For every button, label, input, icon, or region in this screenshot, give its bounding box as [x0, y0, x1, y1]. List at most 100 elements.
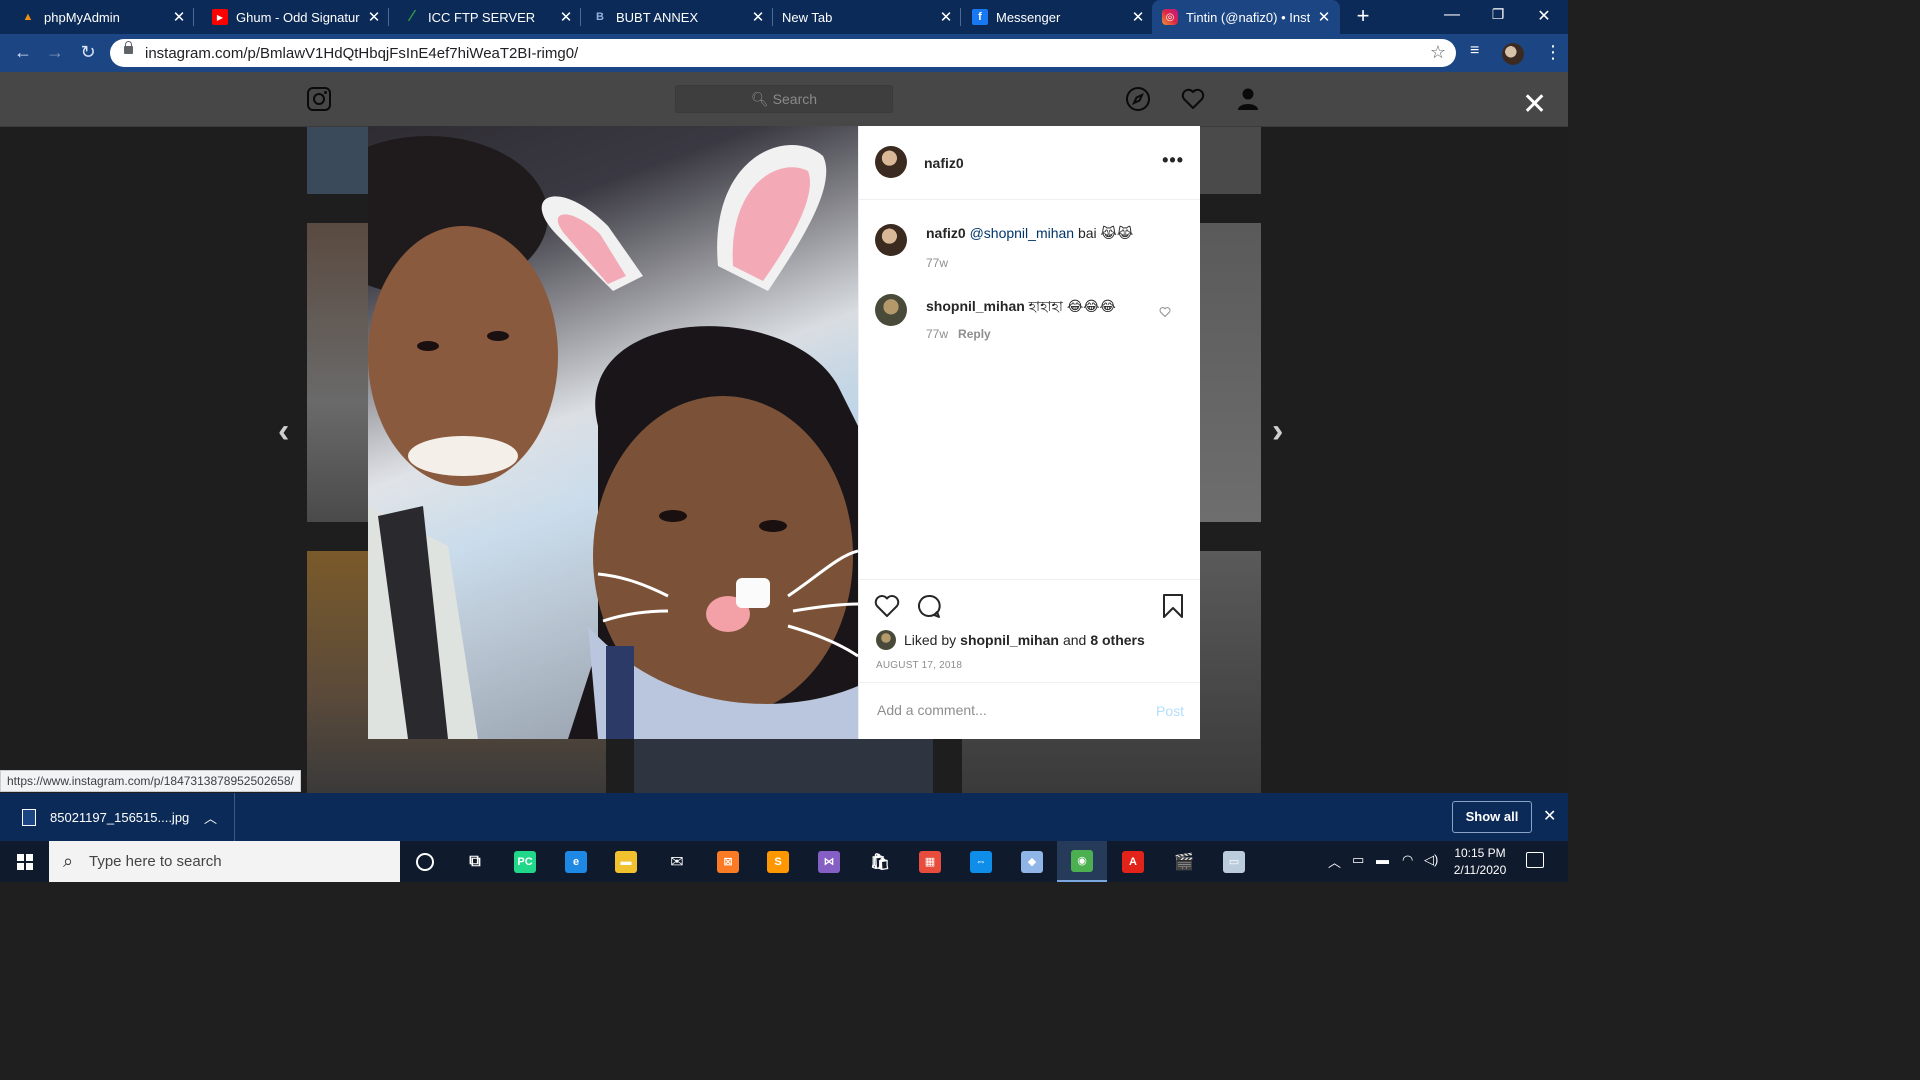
likes-others-link[interactable]: 8 others	[1090, 632, 1144, 648]
explore-compass-icon[interactable]	[1125, 86, 1151, 112]
wifi-icon[interactable]: ◠	[1402, 852, 1413, 868]
activity-heart-icon[interactable]	[1180, 86, 1206, 112]
more-options-icon[interactable]: •••	[1162, 150, 1184, 171]
taskbar-app-mail[interactable]: ✉	[652, 841, 702, 882]
like-heart-icon[interactable]	[873, 592, 901, 620]
comment-username[interactable]: nafiz0	[926, 225, 966, 241]
mail-icon: ✉	[670, 853, 684, 871]
action-center-icon[interactable]	[1526, 852, 1544, 868]
comment-input[interactable]	[875, 701, 1139, 719]
taskbar-app-visual-studio[interactable]: ⋈	[804, 841, 854, 882]
reload-button[interactable]: ↻	[77, 42, 99, 63]
author-username[interactable]: nafiz0	[924, 155, 964, 171]
tab-icc-ftp[interactable]: ⁄ ICC FTP SERVER ✕	[390, 0, 581, 34]
liker-avatar[interactable]	[876, 630, 896, 650]
taskbar-app-file-explorer[interactable]: ▬	[601, 841, 651, 882]
close-tab-icon[interactable]: ✕	[558, 8, 574, 26]
post-comment-button[interactable]: Post	[1156, 703, 1184, 719]
store-icon: 🛍	[869, 853, 891, 871]
like-comment-heart-icon[interactable]	[1159, 306, 1171, 318]
profile-avatar[interactable]	[1502, 43, 1524, 65]
battery-icon[interactable]: ▬	[1376, 852, 1389, 867]
author-avatar[interactable]	[875, 146, 907, 178]
back-button[interactable]: ←	[12, 42, 34, 63]
liker-username[interactable]: shopnil_mihan	[960, 632, 1059, 648]
xampp-icon: ⊠	[717, 850, 739, 873]
commenter-avatar[interactable]	[875, 224, 907, 256]
tab-bubt-annex[interactable]: B BUBT ANNEX ✕	[582, 0, 773, 34]
taskbar-app-remote-desktop[interactable]: ▭	[1209, 841, 1259, 882]
minimize-button[interactable]: —	[1432, 6, 1472, 24]
instagram-logo-icon[interactable]	[307, 87, 331, 111]
post-photo-illustration	[368, 136, 858, 739]
sublime-icon: S	[767, 850, 789, 873]
comment-age[interactable]: 77w	[926, 256, 948, 270]
close-tab-icon[interactable]: ✕	[366, 8, 382, 26]
tab-phpmyadmin[interactable]: ▲ phpMyAdmin ✕	[8, 0, 194, 34]
grid-photo[interactable]	[307, 223, 369, 522]
post-date[interactable]: AUGUST 17, 2018	[876, 660, 962, 671]
taskbar-app-store[interactable]: 🛍	[855, 841, 905, 882]
commenter-avatar[interactable]	[875, 294, 907, 326]
bubt-icon: B	[596, 11, 604, 23]
volume-icon[interactable]: ◁)	[1424, 852, 1438, 868]
taskbar-search-input[interactable]: ⌕ Type here to search	[49, 841, 400, 882]
tab-messenger[interactable]: f Messenger ✕	[962, 0, 1152, 34]
reply-button[interactable]: Reply	[958, 327, 991, 341]
grid-photo[interactable]	[307, 126, 369, 194]
show-all-button[interactable]: Show all	[1452, 801, 1532, 833]
tab-youtube[interactable]: ▶ Ghum - Odd Signature ✕	[198, 0, 389, 34]
forward-button[interactable]: →	[44, 42, 66, 63]
close-window-button[interactable]: ✕	[1524, 6, 1564, 26]
taskbar-app-pycharm[interactable]: PC	[500, 841, 550, 882]
show-hidden-icons-chevron-icon[interactable]: ︿	[1328, 852, 1341, 871]
taskbar-clock[interactable]: 10:15 PM 2/11/2020	[1442, 845, 1518, 879]
image-file-icon	[22, 809, 36, 826]
menu-icon[interactable]: ⋮	[1544, 42, 1562, 63]
taskbar-app-office[interactable]: ▦	[905, 841, 955, 882]
taskbar-app-clapper[interactable]: 🎬	[1159, 841, 1209, 882]
taskbar-app-chrome[interactable]: ◉	[1057, 841, 1107, 882]
close-modal-icon[interactable]: ✕	[1522, 90, 1547, 120]
close-tab-icon[interactable]: ✕	[1316, 8, 1332, 26]
address-bar[interactable]: instagram.com/p/BmlawV1HdQtHbqjFsInE4ef7…	[110, 39, 1456, 67]
close-tab-icon[interactable]: ✕	[750, 8, 766, 26]
profile-icon[interactable]	[1235, 86, 1261, 112]
liked-by-line: Liked by shopnil_mihan and 8 others	[876, 630, 1149, 650]
cortana-icon[interactable]	[400, 841, 450, 882]
windows-start-icon[interactable]	[17, 854, 33, 870]
windows-taskbar: ⌕ Type here to search ⧉ PC e ▬ ✉ ⊠ S ⋈ 🛍 ▦ ⇔ ◆ ◉ A 🎬 ▭ …	[0, 841, 1568, 882]
taskbar-app-acrobat[interactable]: A	[1108, 841, 1158, 882]
taskbar-app-teamviewer[interactable]: ⇔	[956, 841, 1006, 882]
taskbar-app-xampp[interactable]: ⊠	[703, 841, 753, 882]
tab-new-tab[interactable]: New Tab ✕	[774, 0, 961, 34]
tablet-icon[interactable]: ▭	[1352, 852, 1364, 868]
comment-bubble-icon[interactable]	[915, 592, 943, 620]
taskbar-app-virtualbox[interactable]: ◆	[1007, 841, 1057, 882]
save-bookmark-icon[interactable]	[1159, 592, 1187, 620]
grid-photo[interactable]	[1200, 223, 1261, 522]
comment-username[interactable]: shopnil_mihan	[926, 298, 1025, 314]
comment-mention-link[interactable]: @shopnil_mihan	[970, 225, 1075, 241]
new-tab-button[interactable]: +	[1352, 5, 1374, 27]
bookmark-star-icon[interactable]: ☆	[1430, 42, 1446, 63]
grid-photo[interactable]	[1200, 126, 1261, 194]
taskbar-app-task-view[interactable]: ⧉	[450, 841, 500, 882]
chevron-up-icon[interactable]: ︿	[204, 808, 217, 827]
comment-age[interactable]: 77w	[926, 327, 948, 341]
taskbar-app-edge[interactable]: e	[551, 841, 601, 882]
tab-instagram[interactable]: ◎ Tintin (@nafiz0) • Instagram ✕	[1152, 0, 1340, 34]
download-item[interactable]: 85021197_156515....jpg ︿	[0, 793, 235, 841]
next-post-arrow-icon[interactable]: ›	[1272, 412, 1283, 451]
grid-photo[interactable]	[634, 739, 933, 793]
search-input[interactable]: 🔍︎ Search	[675, 85, 893, 113]
close-tab-icon[interactable]: ✕	[938, 8, 954, 26]
close-tab-icon[interactable]: ✕	[1130, 8, 1146, 26]
post-photo[interactable]	[368, 126, 858, 739]
taskbar-app-sublime[interactable]: S	[753, 841, 803, 882]
close-download-bar-icon[interactable]: ✕	[1543, 806, 1556, 826]
restore-button[interactable]: ❐	[1478, 6, 1518, 23]
previous-post-arrow-icon[interactable]: ‹	[278, 412, 289, 451]
media-control-icon[interactable]: ≡	[1470, 42, 1479, 60]
close-tab-icon[interactable]: ✕	[171, 8, 187, 26]
